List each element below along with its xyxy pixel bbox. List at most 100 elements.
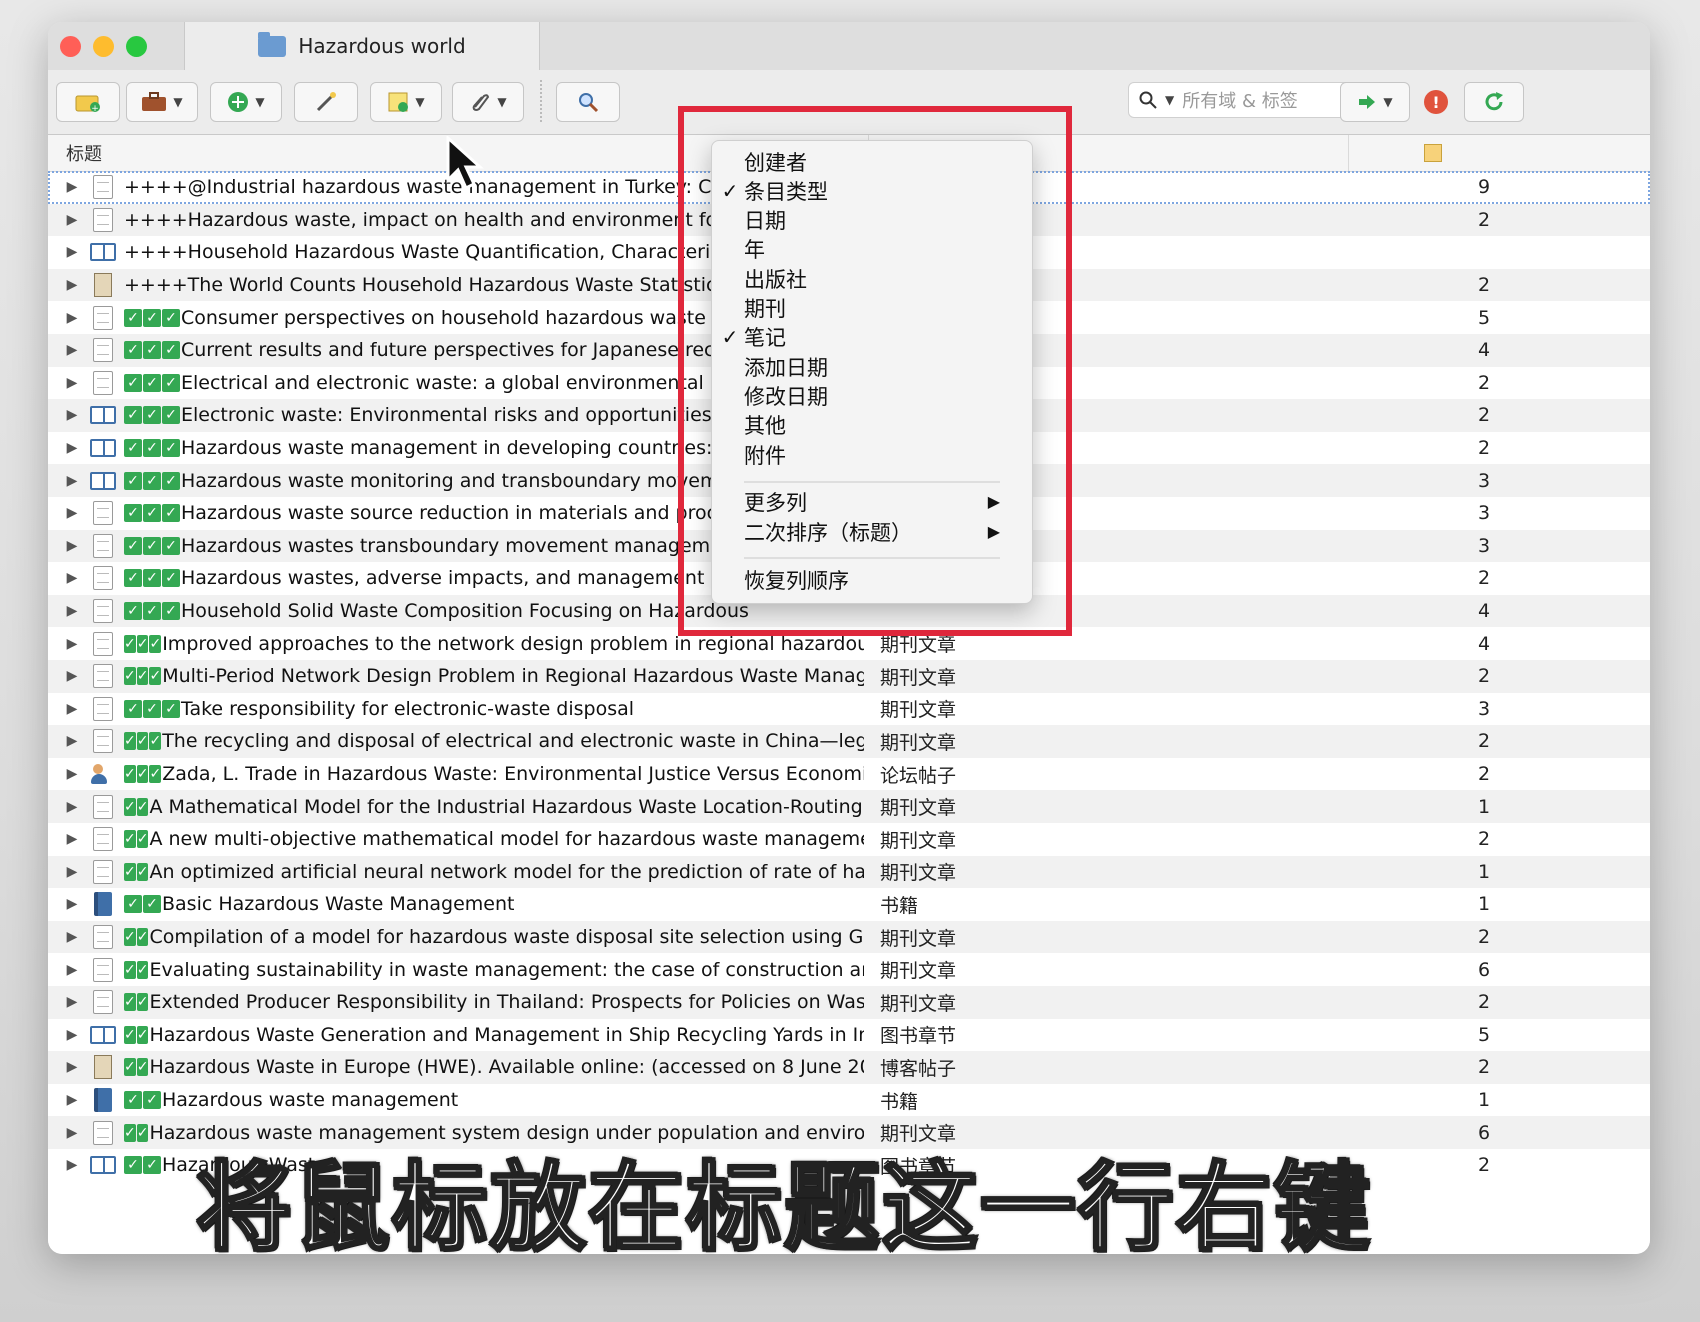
expand-arrow-icon[interactable]: ▶ (62, 301, 82, 334)
check-tag-icon: ✓ (124, 439, 142, 458)
expand-arrow-icon[interactable]: ▶ (62, 790, 82, 823)
menu-item-column-option[interactable]: 日期 (712, 206, 1032, 235)
item-type-icon-cell (90, 236, 116, 269)
zoom-window-button[interactable] (126, 36, 147, 57)
title-cell: ✓ ✓ Compilation of a model for hazardous w… (124, 921, 864, 954)
check-tag-icon: ✓ (124, 536, 142, 555)
menu-item-column-option[interactable]: 其他 (712, 411, 1032, 440)
table-row[interactable]: ▶ ✓ ✓ A Mathematical Model for the Industri… (48, 790, 1650, 823)
attachment-button[interactable]: ▼ (452, 82, 524, 122)
item-type-cell: 期刊文章 (880, 731, 957, 754)
library-tab[interactable]: Hazardous world (184, 22, 540, 70)
table-row[interactable]: ▶ ✓ ✓ ✓ The recycling and disposal of electr… (48, 725, 1650, 758)
menu-item-secondary-sort[interactable]: 二次排序（标题） ▶ (712, 517, 1032, 546)
menu-separator (744, 557, 1000, 559)
menu-item-column-option[interactable]: 添加日期 (712, 352, 1032, 381)
table-row[interactable]: ▶ ✓ ✓ Hazardous Waste in Europe (HWE). Avai… (48, 1051, 1650, 1084)
check-tag-icon: ✓ (162, 471, 180, 490)
expand-arrow-icon[interactable]: ▶ (62, 921, 82, 954)
minimize-window-button[interactable] (93, 36, 114, 57)
expand-arrow-icon[interactable]: ▶ (62, 693, 82, 726)
table-row[interactable]: ▶ ✓ ✓ Hazardous Waste Generation and Manage… (48, 1019, 1650, 1052)
submenu-arrow-icon: ▶ (987, 522, 1000, 541)
menu-item-column-option[interactable]: 附件 (712, 440, 1032, 469)
table-row[interactable]: ▶ ✓ ✓ Evaluating sustainability in waste ma… (48, 953, 1650, 986)
item-type-icon-cell (90, 432, 116, 465)
locate-button[interactable]: ▼ (1340, 82, 1410, 122)
expand-arrow-icon[interactable]: ▶ (62, 464, 82, 497)
sync-button[interactable] (1464, 82, 1524, 122)
menu-item-column-option[interactable]: ✓ 笔记 (712, 323, 1032, 352)
expand-arrow-icon[interactable]: ▶ (62, 888, 82, 921)
item-type-icon-cell (90, 660, 116, 693)
item-type-cell: 论坛帖子 (880, 764, 957, 787)
menu-item-column-option[interactable]: 修改日期 (712, 381, 1032, 410)
sync-error-icon[interactable]: ! (1424, 90, 1448, 114)
advanced-search-button[interactable] (556, 82, 620, 122)
menu-item-more-columns[interactable]: 更多列 ▶ (712, 487, 1032, 516)
menu-item-column-option[interactable]: 期刊 (712, 294, 1032, 323)
new-item-button[interactable]: ▼ (210, 82, 282, 122)
expand-arrow-icon[interactable]: ▶ (62, 367, 82, 400)
document-icon (93, 599, 113, 624)
item-type-icon-cell (90, 986, 116, 1019)
folder-icon (258, 31, 287, 57)
item-title: ++++Household Hazardous Waste Quantifica… (124, 241, 769, 264)
new-note-button[interactable]: ▼ (370, 82, 442, 122)
menu-item-label: 条目类型 (744, 179, 828, 204)
chevron-down-icon: ▼ (497, 95, 507, 109)
table-row[interactable]: ▶ ✓ ✓ Hazardous waste management 书籍 1 (48, 1084, 1650, 1117)
expand-arrow-icon[interactable]: ▶ (62, 497, 82, 530)
table-row[interactable]: ▶ ✓ ✓ Basic Hazardous Waste Management 书籍 1 (48, 888, 1650, 921)
menu-item-column-option[interactable]: 出版社 (712, 264, 1032, 293)
expand-arrow-icon[interactable]: ▶ (62, 627, 82, 660)
expand-arrow-icon[interactable]: ▶ (62, 530, 82, 563)
table-row[interactable]: ▶ ✓ ✓ Extended Producer Responsibility in T… (48, 986, 1650, 1019)
check-tag-icon: ✓ (136, 960, 149, 979)
menu-item-column-option[interactable]: ✓ 条目类型 (712, 176, 1032, 205)
document-icon (93, 696, 113, 721)
expand-arrow-icon[interactable]: ▶ (62, 171, 82, 204)
expand-arrow-icon[interactable]: ▶ (62, 953, 82, 986)
table-row[interactable]: ▶ ✓ ✓ An optimized artificial neural networ… (48, 855, 1650, 889)
check-tag-icon: ✓ (143, 504, 161, 523)
expand-arrow-icon[interactable]: ▶ (62, 856, 82, 889)
arrow-right-icon (1359, 95, 1376, 109)
menu-item-column-option[interactable]: 创建者 (712, 147, 1032, 176)
expand-arrow-icon[interactable]: ▶ (62, 334, 82, 367)
expand-arrow-icon[interactable]: ▶ (62, 725, 82, 758)
expand-arrow-icon[interactable]: ▶ (62, 660, 82, 693)
item-type-icon-cell (90, 856, 116, 889)
table-row[interactable]: ▶ ✓ ✓ ✓ Zada, L. Trade in Hazardous Waste: E… (48, 758, 1650, 791)
expand-arrow-icon[interactable]: ▶ (62, 1051, 82, 1084)
table-row[interactable]: ▶ ✓ ✓ Compilation of a model for hazardous … (48, 920, 1650, 954)
expand-arrow-icon[interactable]: ▶ (62, 986, 82, 1019)
expand-arrow-icon[interactable]: ▶ (62, 562, 82, 595)
table-row[interactable]: ▶ ✓ ✓ A new multi-objective mathematical mo… (48, 823, 1650, 856)
expand-arrow-icon[interactable]: ▶ (62, 758, 82, 791)
mouse-cursor-icon (446, 136, 484, 191)
new-collection-button[interactable]: + (56, 82, 120, 122)
expand-arrow-icon[interactable]: ▶ (62, 1019, 82, 1052)
expand-arrow-icon[interactable]: ▶ (62, 432, 82, 465)
menu-item-column-option[interactable]: 年 (712, 235, 1032, 264)
expand-arrow-icon[interactable]: ▶ (62, 1084, 82, 1117)
table-row[interactable]: ▶ ✓ ✓ ✓ Multi-Period Network Design Problem … (48, 660, 1650, 693)
add-by-identifier-button[interactable] (294, 82, 358, 122)
close-window-button[interactable] (60, 36, 81, 57)
title-column-header[interactable]: 标题 (66, 135, 102, 171)
expand-arrow-icon[interactable]: ▶ (62, 269, 82, 302)
table-row[interactable]: ▶ ✓ ✓ ✓ Take responsibility for electronic-w… (48, 693, 1650, 726)
menu-item-restore-column-order[interactable]: 恢复列顺序 (712, 565, 1032, 594)
expand-arrow-icon[interactable]: ▶ (62, 399, 82, 432)
library-menu-button[interactable]: ▼ (126, 82, 198, 122)
notes-count-cell: 4 (1477, 600, 1491, 623)
expand-arrow-icon[interactable]: ▶ (62, 595, 82, 628)
item-type-cell: 书籍 (880, 894, 919, 917)
expand-arrow-icon[interactable]: ▶ (62, 823, 82, 856)
item-type-cell: 书籍 (880, 1090, 919, 1113)
item-title: Hazardous waste monitoring and transboun… (181, 469, 750, 492)
notes-column-header[interactable] (1424, 135, 1442, 171)
expand-arrow-icon[interactable]: ▶ (62, 204, 82, 237)
expand-arrow-icon[interactable]: ▶ (62, 236, 82, 269)
